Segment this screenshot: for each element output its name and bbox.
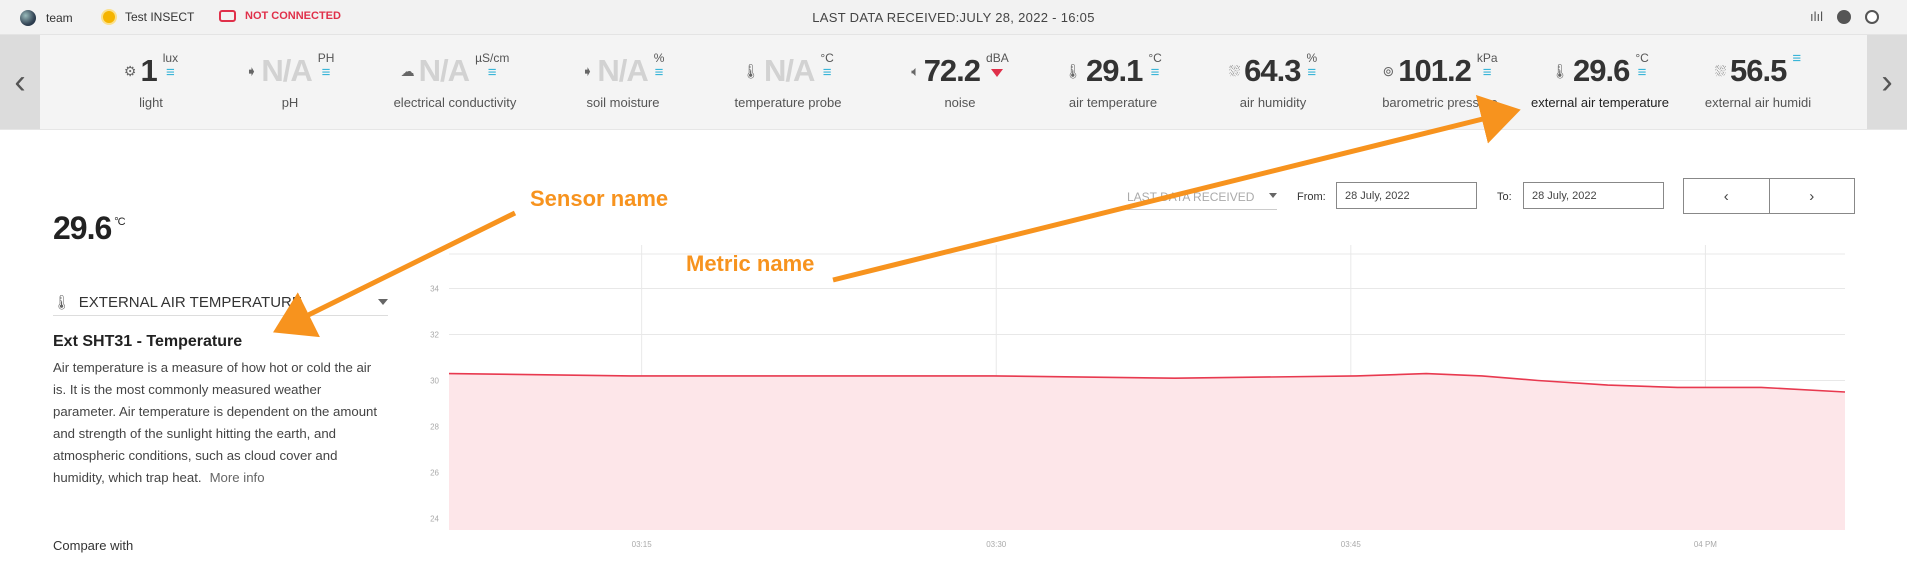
series-area <box>449 373 1845 530</box>
y-tick-label: 30 <box>430 377 439 386</box>
x-tick-label: 03:15 <box>632 540 653 549</box>
annotation-sensor-name: Sensor name <box>530 186 669 211</box>
y-tick-label: 26 <box>430 469 439 478</box>
x-tick-label: 03:45 <box>1341 540 1362 549</box>
x-tick-label: 04 PM <box>1694 540 1717 549</box>
temperature-chart: 24 26 28 30 32 34 03:15 03:30 03:45 04 PM <box>430 245 1846 549</box>
y-tick-label: 34 <box>430 285 439 294</box>
x-tick-label: 03:30 <box>986 540 1007 549</box>
annotation-metric-name: Metric name <box>686 251 815 276</box>
y-tick-label: 24 <box>430 515 439 524</box>
y-tick-label: 32 <box>430 331 439 340</box>
y-tick-label: 28 <box>430 423 439 432</box>
